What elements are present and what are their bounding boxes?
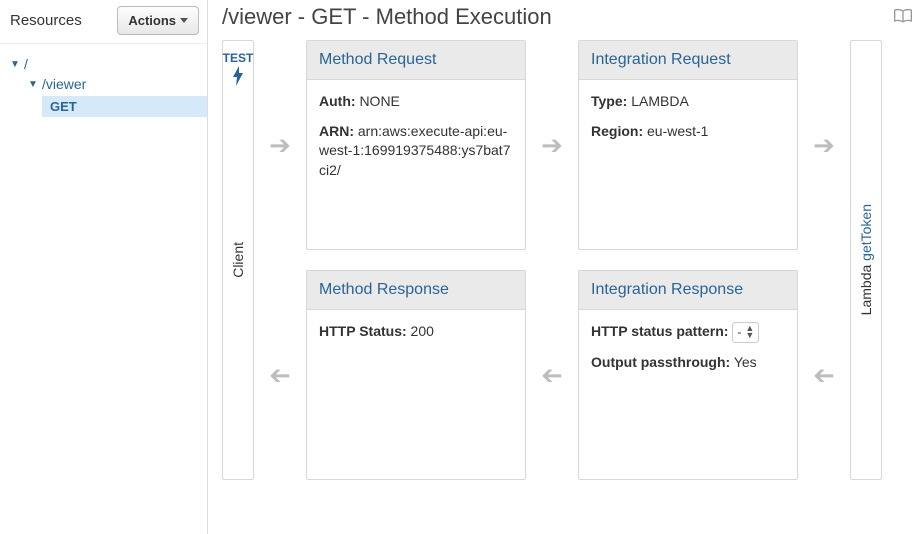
type-label: Type:	[591, 93, 627, 109]
http-status-label: HTTP Status:	[319, 323, 407, 339]
arrow-left-icon: ➔	[813, 362, 835, 388]
client-bar: TEST Client	[222, 40, 254, 480]
lambda-bar[interactable]: Lambda getToken	[850, 40, 882, 480]
integration-request-card: Integration Request Type: LAMBDA Region:…	[578, 40, 798, 250]
integration-response-header[interactable]: Integration Response	[579, 271, 797, 310]
resource-tree: ▼ / ▼ /viewer GET	[0, 44, 207, 117]
chevron-down-icon	[180, 18, 188, 23]
passthrough-value: Yes	[734, 354, 757, 370]
arrow-method-to-integration-request: ➔	[532, 40, 572, 250]
pattern-value: -	[737, 324, 741, 341]
test-button[interactable]: TEST	[223, 51, 254, 90]
region-value: eu-west-1	[647, 123, 708, 139]
arn-label: ARN:	[319, 123, 354, 139]
auth-value: NONE	[359, 93, 399, 109]
tree-root-label: /	[24, 56, 28, 72]
lambda-label: Lambda getToken	[858, 204, 874, 315]
caret-down-icon: ▼	[10, 59, 20, 70]
tree-method-get[interactable]: GET	[42, 96, 207, 117]
method-response-card: Method Response HTTP Status: 200	[306, 270, 526, 480]
test-label: TEST	[223, 51, 254, 65]
book-icon[interactable]	[893, 7, 913, 28]
method-execution-flow: TEST Client ➔ Method Request Auth: NONE …	[222, 40, 913, 480]
integration-response-card: Integration Response HTTP status pattern…	[578, 270, 798, 480]
arrow-right-icon: ➔	[541, 132, 563, 158]
actions-button[interactable]: Actions	[117, 6, 199, 35]
arrow-integration-request-to-lambda: ➔	[804, 40, 844, 250]
client-label: Client	[230, 242, 246, 278]
main-panel: /viewer - GET - Method Execution TEST Cl…	[208, 0, 923, 534]
arrow-left-icon: ➔	[541, 362, 563, 388]
resources-sidebar: Resources Actions ▼ / ▼ /viewer GET	[0, 0, 208, 534]
tree-method-label: GET	[50, 99, 77, 114]
lightning-icon	[230, 65, 246, 87]
method-response-header[interactable]: Method Response	[307, 271, 525, 310]
arrow-method-response-to-client: ➔	[260, 270, 300, 480]
arrow-lambda-to-integration-response: ➔	[804, 270, 844, 480]
region-label: Region:	[591, 123, 643, 139]
arrow-right-icon: ➔	[269, 132, 291, 158]
type-value: LAMBDA	[631, 93, 689, 109]
integration-request-header[interactable]: Integration Request	[579, 41, 797, 80]
actions-label: Actions	[128, 13, 176, 28]
passthrough-label: Output passthrough:	[591, 354, 730, 370]
arrow-left-icon: ➔	[269, 362, 291, 388]
caret-down-icon: ▼	[28, 79, 38, 90]
method-request-card: Method Request Auth: NONE ARN: arn:aws:e…	[306, 40, 526, 250]
tree-root[interactable]: ▼ /	[10, 54, 207, 74]
sidebar-title: Resources	[10, 12, 82, 29]
tree-viewer-label: /viewer	[42, 76, 86, 92]
tree-viewer[interactable]: ▼ /viewer	[10, 74, 207, 94]
arrow-right-icon: ➔	[813, 132, 835, 158]
page-title: /viewer - GET - Method Execution	[222, 4, 552, 30]
arrow-client-to-method-request: ➔	[260, 40, 300, 250]
chevron-updown-icon: ▲▼	[745, 325, 754, 339]
auth-label: Auth:	[319, 93, 356, 109]
pattern-label: HTTP status pattern:	[591, 323, 728, 339]
status-pattern-select[interactable]: - ▲▼	[732, 322, 759, 343]
method-request-header[interactable]: Method Request	[307, 41, 525, 80]
http-status-value: 200	[411, 323, 434, 339]
arrow-integration-to-method-response: ➔	[532, 270, 572, 480]
